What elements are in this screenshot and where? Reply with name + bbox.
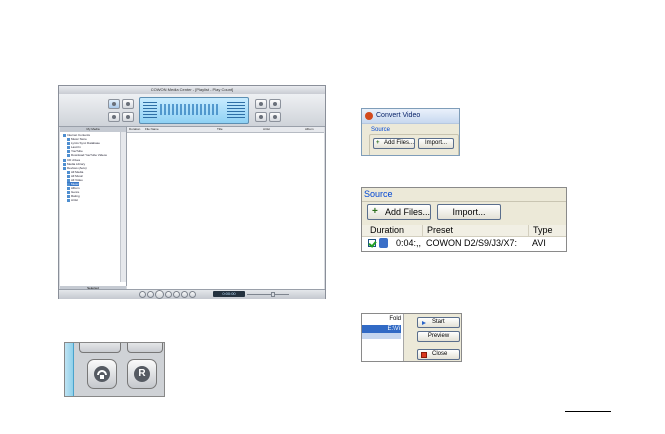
start-button[interactable]: Start [417, 317, 460, 328]
add-files-label: Add Files... [384, 140, 415, 146]
window-title: COWON Media Center - [Playlist - Play Co… [150, 87, 234, 92]
next-button[interactable] [165, 291, 172, 298]
tree-header: My Media [60, 127, 126, 132]
forward-button[interactable] [181, 291, 188, 298]
selected-folder-row[interactable]: E:\Vi [362, 325, 401, 333]
row-checkbox[interactable] [368, 239, 376, 247]
add-files-label: Add Files... [385, 207, 431, 217]
media-tree: My Media Internet Contents Music Store L… [60, 127, 127, 286]
rewind-button[interactable] [173, 291, 180, 298]
action-buttons-panel: Fold E:\Vi Start Preview Close [361, 313, 462, 362]
source-panel: Source + Add Files... Import... Duration … [361, 187, 567, 252]
burn-button-zoom[interactable] [127, 343, 163, 353]
repeat-button-zoom[interactable] [87, 359, 117, 389]
repeat-icon [94, 366, 110, 382]
zoomed-toolbar-buttons: R [64, 342, 165, 397]
repeat-button[interactable] [255, 112, 267, 122]
row-duration: 0:04:,, [396, 238, 422, 248]
media-center-window: COWON Media Center - [Playlist - Play Co… [58, 85, 326, 299]
file-table-header: Duration Preset Type [362, 225, 566, 237]
shuffle-button[interactable] [269, 112, 281, 122]
plus-icon: + [372, 206, 378, 217]
convert-video-dialog: Convert Video Source + Add Files... Impor… [361, 108, 460, 156]
selected-folder-text: E:\Vi [387, 326, 400, 332]
lcd-edge [65, 343, 74, 396]
shuffle-button-zoom[interactable]: R [127, 359, 157, 389]
close-button[interactable]: Close [417, 349, 460, 360]
column-title[interactable]: Title [217, 127, 223, 132]
page-rule [565, 411, 611, 412]
device-button-zoom[interactable] [79, 343, 121, 353]
folder-row-highlight [362, 333, 401, 339]
import-button[interactable]: Import... [418, 138, 454, 149]
dialog-titlebar: Convert Video [362, 109, 459, 124]
eject-button[interactable] [189, 291, 196, 298]
source-group-label: Source [371, 127, 391, 133]
folder-column-label: Fold [389, 316, 401, 322]
time-display: 0:00:00 [213, 291, 245, 297]
import-button[interactable]: Import... [437, 204, 501, 220]
lcd-display [139, 97, 249, 124]
r-icon: R [134, 366, 150, 382]
column-preset[interactable]: Preset [422, 225, 453, 236]
table-row[interactable]: 0:04:,, COWON D2/S9/J3/X7: AVI [362, 237, 566, 249]
add-files-button[interactable]: + Add Files... [367, 204, 431, 220]
plus-icon: + [376, 140, 380, 146]
burn-button[interactable] [122, 112, 134, 122]
volume-slider[interactable] [247, 292, 289, 297]
convert-video-icon [365, 112, 373, 120]
media-library-button[interactable] [108, 99, 120, 109]
previous-button[interactable] [147, 291, 154, 298]
column-duration[interactable]: Duration [370, 225, 404, 236]
column-type[interactable]: Type [528, 225, 553, 236]
settings-button[interactable] [255, 99, 267, 109]
tree-item[interactable]: Artist [67, 198, 78, 202]
skin-button[interactable] [269, 99, 281, 109]
tree-item[interactable]: Download YouTube Videos [67, 153, 107, 157]
stop-button[interactable] [139, 291, 146, 298]
convert-button[interactable] [122, 99, 134, 109]
dialog-title: Convert Video [376, 112, 421, 119]
tree-scrollbar[interactable] [120, 132, 126, 282]
source-label: Source [364, 189, 393, 199]
lcd-left-meter [143, 102, 157, 119]
column-file-name[interactable]: File Name [145, 127, 159, 132]
row-type: AVI [532, 238, 546, 248]
column-duration[interactable]: Duration [129, 127, 140, 132]
main-toolbar [59, 94, 325, 127]
playlist-area[interactable] [127, 133, 324, 291]
add-files-button[interactable]: + Add Files... [373, 138, 415, 149]
device-button[interactable] [108, 112, 120, 122]
video-file-icon [379, 238, 388, 248]
playback-bar: 0:00:00 [59, 289, 325, 299]
play-button[interactable] [155, 290, 164, 299]
divider [362, 201, 566, 202]
row-preset: COWON D2/S9/J3/X7: [426, 238, 518, 248]
lcd-right-meter [227, 102, 245, 119]
column-album[interactable]: Album [305, 127, 314, 132]
equalizer-display [160, 104, 220, 115]
column-artist[interactable]: Artist [263, 127, 270, 132]
preview-button[interactable]: Preview [417, 331, 460, 342]
folder-list: Fold E:\Vi [362, 314, 404, 361]
